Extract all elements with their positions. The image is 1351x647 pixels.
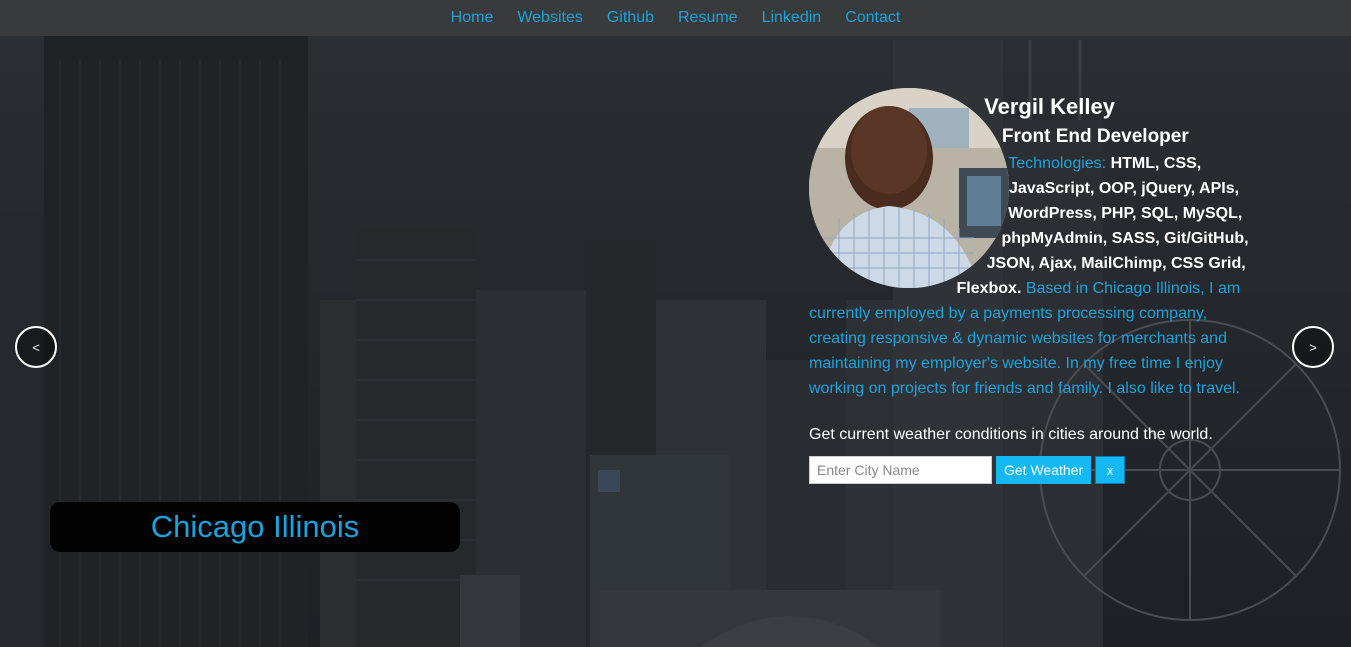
nav-resume-link[interactable]: Resume (666, 0, 750, 36)
technologies-heading: Technologies: (1008, 155, 1111, 172)
about-text: Based in Chicago Illinois, I am currentl… (809, 280, 1241, 397)
top-nav: Home Websites Github Resume Linkedin Con… (0, 0, 1351, 36)
city-name-input[interactable] (809, 456, 992, 484)
profile-photo (809, 88, 1009, 288)
slider-next-button[interactable]: > (1292, 326, 1334, 368)
slide-caption-text: Chicago Illinois (150, 509, 360, 544)
nav-github-link[interactable]: Github (595, 0, 666, 36)
nav-contact-link[interactable]: Contact (833, 0, 912, 36)
chevron-left-icon: < (32, 339, 40, 355)
nav-home-link[interactable]: Home (439, 0, 506, 36)
avatar (809, 88, 1009, 288)
slide-caption: Chicago Illinois (50, 502, 460, 552)
nav-linkedin-link[interactable]: Linkedin (750, 0, 834, 36)
chevron-right-icon: > (1309, 339, 1317, 355)
slider-prev-button[interactable]: < (15, 326, 57, 368)
weather-form: Get Weather x (809, 456, 1249, 484)
profile-section: Vergil Kelley Front End Developer Techno… (809, 88, 1249, 401)
weather-widget: Get current weather conditions in cities… (809, 424, 1249, 484)
get-weather-button[interactable]: Get Weather (996, 456, 1092, 484)
nav-websites-link[interactable]: Websites (505, 0, 595, 36)
clear-weather-button[interactable]: x (1095, 456, 1126, 484)
weather-prompt: Get current weather conditions in cities… (809, 426, 1213, 443)
page: Home Websites Github Resume Linkedin Con… (0, 0, 1351, 647)
